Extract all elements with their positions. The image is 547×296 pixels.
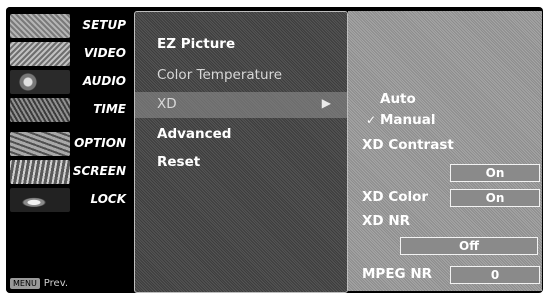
screen-icon: [10, 160, 70, 184]
prev-hint: MENU Prev.: [10, 278, 68, 289]
lock-icon: [10, 188, 70, 212]
prev-label: Prev.: [43, 278, 69, 289]
xd-contrast-value[interactable]: On: [450, 164, 540, 182]
nav-item-setup[interactable]: SETUP: [6, 13, 132, 39]
nav-item-label: AUDIO: [82, 74, 126, 88]
audio-icon: [10, 70, 70, 94]
menu-item-reset[interactable]: Reset: [157, 154, 200, 170]
setup-icon: [10, 14, 70, 38]
nav-item-label: VIDEO: [83, 46, 126, 60]
menu-key-icon: MENU: [10, 278, 40, 289]
main-menu-nav: SETUP VIDEO AUDIO TIME OPTION SCREEN LOC…: [6, 7, 132, 293]
picture-menu-panel: EZ Picture Color Temperature XD ▶ Advanc…: [134, 11, 348, 293]
xd-color-label: XD Color: [362, 189, 429, 205]
time-icon: [10, 98, 70, 122]
xd-contrast-label: XD Contrast: [362, 137, 454, 153]
nav-item-lock[interactable]: LOCK: [6, 187, 132, 213]
xd-submenu-panel: Auto ✓ Manual XD Contrast On XD Color On…: [348, 11, 542, 291]
menu-item-color-temperature[interactable]: Color Temperature: [157, 67, 282, 83]
nav-item-label: OPTION: [74, 136, 126, 150]
menu-item-ez-picture[interactable]: EZ Picture: [157, 36, 235, 52]
nav-item-screen[interactable]: SCREEN: [6, 159, 132, 185]
mpeg-nr-value[interactable]: 0: [450, 266, 540, 284]
mpeg-nr-label: MPEG NR: [362, 266, 433, 282]
submenu-arrow-icon: ▶: [321, 96, 331, 110]
option-auto[interactable]: Auto: [380, 91, 416, 107]
nav-item-label: LOCK: [90, 192, 126, 206]
nav-item-label: SETUP: [82, 18, 126, 32]
xd-nr-label: XD NR: [362, 213, 411, 229]
nav-item-option[interactable]: OPTION: [6, 131, 132, 157]
xd-nr-value[interactable]: Off: [400, 237, 538, 255]
option-icon: [10, 132, 70, 156]
option-manual[interactable]: Manual: [380, 112, 436, 128]
nav-item-label: TIME: [93, 102, 126, 116]
nav-item-audio[interactable]: AUDIO: [6, 69, 132, 95]
menu-item-advanced[interactable]: Advanced: [157, 126, 231, 142]
osd-frame: SETUP VIDEO AUDIO TIME OPTION SCREEN LOC…: [6, 7, 543, 293]
menu-item-xd[interactable]: XD: [157, 96, 177, 112]
video-icon: [10, 42, 70, 66]
nav-item-label: SCREEN: [72, 164, 126, 178]
checkmark-icon: ✓: [366, 113, 377, 127]
nav-item-time[interactable]: TIME: [6, 97, 132, 123]
nav-item-video[interactable]: VIDEO: [6, 41, 132, 67]
xd-color-value[interactable]: On: [450, 189, 540, 207]
